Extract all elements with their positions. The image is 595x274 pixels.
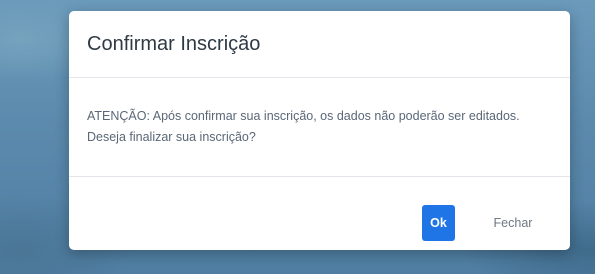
dialog-header: Confirmar Inscrição bbox=[69, 11, 570, 78]
close-button[interactable]: Fechar bbox=[485, 205, 541, 241]
dialog-message: ATENÇÃO: Após confirmar sua inscrição, o… bbox=[87, 109, 520, 144]
dialog-body: ATENÇÃO: Após confirmar sua inscrição, o… bbox=[69, 78, 570, 177]
confirm-registration-dialog: Confirmar Inscrição ATENÇÃO: Após confir… bbox=[69, 11, 570, 250]
ok-button[interactable]: Ok bbox=[422, 205, 455, 241]
dialog-footer: Ok Fechar bbox=[69, 177, 570, 250]
dialog-title: Confirmar Inscrição bbox=[87, 33, 261, 55]
